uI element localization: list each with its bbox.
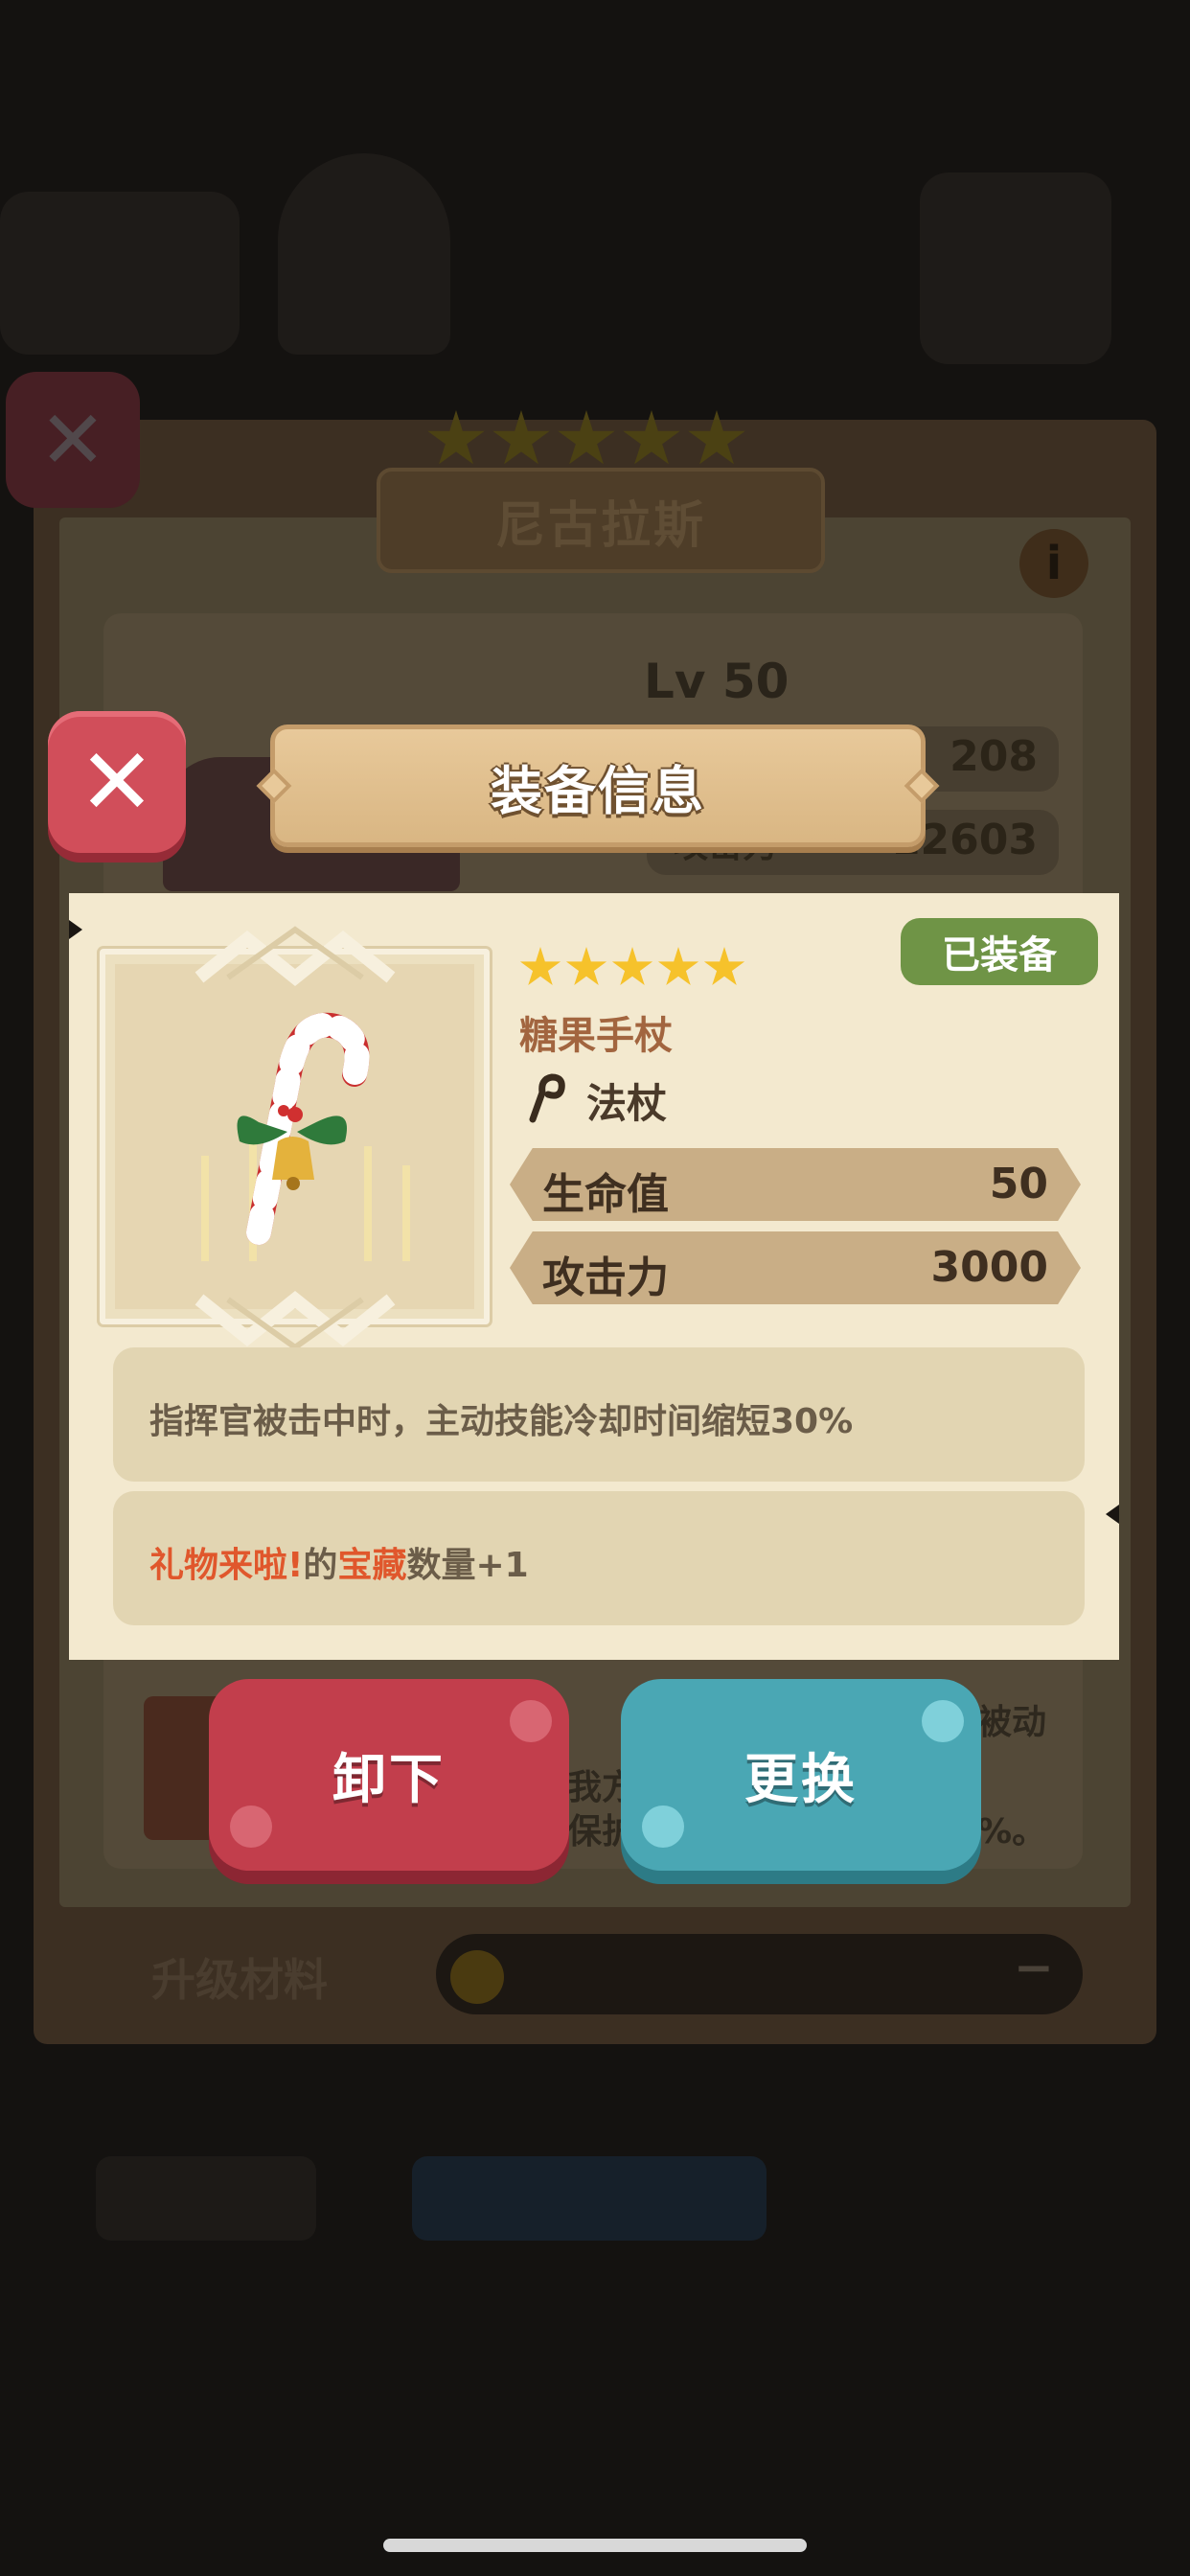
background-scene bbox=[0, 192, 240, 355]
skill-text: %。 bbox=[977, 1812, 1047, 1852]
candy-cane-icon bbox=[237, 1012, 370, 1245]
stat-row-hp: 生命值 50 bbox=[510, 1148, 1081, 1221]
star-icon bbox=[565, 947, 607, 986]
info-button: i bbox=[1019, 529, 1088, 598]
star-icon bbox=[703, 947, 745, 986]
background-close-button: ✕ bbox=[6, 372, 140, 508]
star-icon bbox=[558, 410, 615, 465]
star-icon bbox=[611, 947, 653, 986]
item-name: 糖果手杖 bbox=[519, 1014, 673, 1058]
bonus-description: 礼物来啦!的宝藏数量+1 bbox=[149, 1537, 529, 1587]
hero-stat-value: 208 bbox=[950, 732, 1038, 781]
replace-button-label: 更换 bbox=[744, 1748, 858, 1811]
equipped-status-badge: 已装备 bbox=[901, 918, 1098, 985]
star-icon bbox=[657, 947, 699, 986]
unequip-button-label: 卸下 bbox=[332, 1748, 446, 1811]
bonus-description-box: 礼物来啦!的宝藏数量+1 bbox=[113, 1491, 1085, 1625]
dialog-title: 装备信息 bbox=[491, 760, 705, 821]
star-icon bbox=[427, 410, 485, 465]
item-type: 法杖 bbox=[586, 1080, 668, 1127]
material-icon bbox=[450, 1950, 504, 2004]
close-icon: ✕ bbox=[38, 393, 107, 487]
light-ray bbox=[201, 1156, 209, 1261]
hero-name-banner: 尼古拉斯 bbox=[377, 468, 825, 573]
stat-value: 3000 bbox=[930, 1243, 1048, 1292]
replace-button[interactable]: 更换 bbox=[621, 1679, 981, 1871]
hero-stars bbox=[426, 410, 746, 470]
frame-ornament bbox=[105, 1280, 484, 1357]
background-tab bbox=[96, 2156, 316, 2241]
bonus-connector: 的 bbox=[303, 1546, 338, 1585]
close-button[interactable]: ✕ bbox=[48, 711, 186, 853]
card-edge bbox=[1106, 1505, 1119, 1524]
bonus-event-name: 礼物来啦! bbox=[149, 1546, 304, 1585]
star-icon bbox=[623, 410, 680, 465]
upgrade-material-label: 升级材料 bbox=[151, 1954, 328, 2006]
unequip-button[interactable]: 卸下 bbox=[209, 1679, 569, 1871]
star-icon bbox=[688, 410, 745, 465]
button-shine bbox=[510, 1700, 552, 1742]
item-image-frame bbox=[100, 926, 490, 1351]
dialog-title-banner: 装备信息 bbox=[256, 724, 940, 847]
bonus-target: 宝藏 bbox=[337, 1546, 407, 1585]
upgrade-material-value: − bbox=[1014, 1940, 1054, 1995]
background-scene bbox=[278, 153, 450, 355]
skill-text: 被动 bbox=[977, 1703, 1047, 1742]
button-shine bbox=[230, 1806, 272, 1848]
button-shine bbox=[642, 1806, 684, 1848]
frame-ornament bbox=[105, 920, 484, 997]
star-icon bbox=[492, 410, 550, 465]
effect-description: 指挥官被击中时，主动技能冷却时间缩短30% bbox=[149, 1402, 854, 1441]
bonus-effect: 数量+1 bbox=[406, 1546, 529, 1585]
card-edge bbox=[69, 920, 82, 939]
stat-label: 生命值 bbox=[542, 1170, 669, 1219]
stat-value: 50 bbox=[989, 1160, 1048, 1208]
home-indicator[interactable] bbox=[383, 2539, 807, 2552]
upgrade-material-bar bbox=[436, 1934, 1083, 2014]
stat-label: 攻击力 bbox=[542, 1254, 669, 1302]
background-tab bbox=[412, 2156, 767, 2241]
stat-row-attack: 攻击力 3000 bbox=[510, 1231, 1081, 1304]
background-scene bbox=[920, 172, 1111, 364]
staff-icon bbox=[529, 1073, 565, 1123]
effect-description-box: 指挥官被击中时，主动技能冷却时间缩短30% bbox=[113, 1347, 1085, 1482]
close-icon: ✕ bbox=[78, 728, 156, 836]
star-icon bbox=[519, 947, 561, 986]
hero-level: Lv 50 bbox=[644, 654, 790, 709]
light-ray bbox=[402, 1165, 410, 1261]
item-stars bbox=[519, 947, 745, 989]
button-shine bbox=[922, 1700, 964, 1742]
